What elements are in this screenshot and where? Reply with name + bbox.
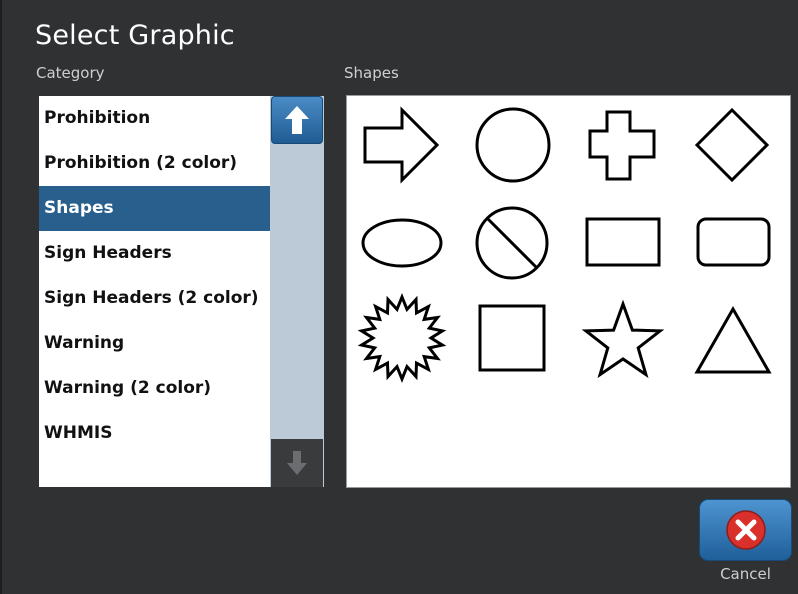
category-label: Category xyxy=(36,64,105,82)
category-item-whmis[interactable]: WHMIS xyxy=(39,411,270,456)
shape-rectangle[interactable] xyxy=(584,201,664,281)
shape-cross[interactable] xyxy=(584,106,664,184)
scroll-down-button[interactable] xyxy=(271,439,323,487)
shape-triangle[interactable] xyxy=(692,294,772,382)
category-item-prohibition[interactable]: Prohibition xyxy=(39,96,270,141)
shapes-label: Shapes xyxy=(344,64,399,82)
shape-diamond[interactable] xyxy=(692,106,772,184)
cancel-button[interactable] xyxy=(699,499,792,561)
category-item-warning-2-color[interactable]: Warning (2 color) xyxy=(39,366,270,411)
shape-star[interactable] xyxy=(581,294,665,382)
category-item-sign-headers[interactable]: Sign Headers xyxy=(39,231,270,276)
cancel-label: Cancel xyxy=(720,565,771,583)
arrow-up-icon xyxy=(285,106,309,134)
dialog-title: Select Graphic xyxy=(35,20,235,51)
shape-arrow-right[interactable] xyxy=(359,106,440,184)
select-graphic-dialog: Select Graphic Category Shapes Prohibiti… xyxy=(0,0,798,594)
arrow-down-icon xyxy=(287,451,307,475)
category-scrollbar[interactable] xyxy=(270,96,324,487)
scroll-up-button[interactable] xyxy=(271,96,323,144)
category-item-warning[interactable]: Warning xyxy=(39,321,270,366)
shape-starburst[interactable] xyxy=(357,292,447,384)
shape-ellipse[interactable] xyxy=(359,201,443,281)
category-item-shapes[interactable]: Shapes xyxy=(39,186,270,231)
shape-circle[interactable] xyxy=(472,106,552,184)
category-item-prohibition-2-color[interactable]: Prohibition (2 color) xyxy=(39,141,270,186)
category-item-sign-headers-2-color[interactable]: Sign Headers (2 color) xyxy=(39,276,270,321)
shape-prohibition[interactable] xyxy=(472,201,552,281)
close-icon xyxy=(725,510,766,550)
category-list: Prohibition Prohibition (2 color) Shapes… xyxy=(39,96,270,487)
shape-square[interactable] xyxy=(472,294,552,382)
shape-rounded-rectangle[interactable] xyxy=(692,201,772,281)
shapes-panel xyxy=(346,95,791,488)
